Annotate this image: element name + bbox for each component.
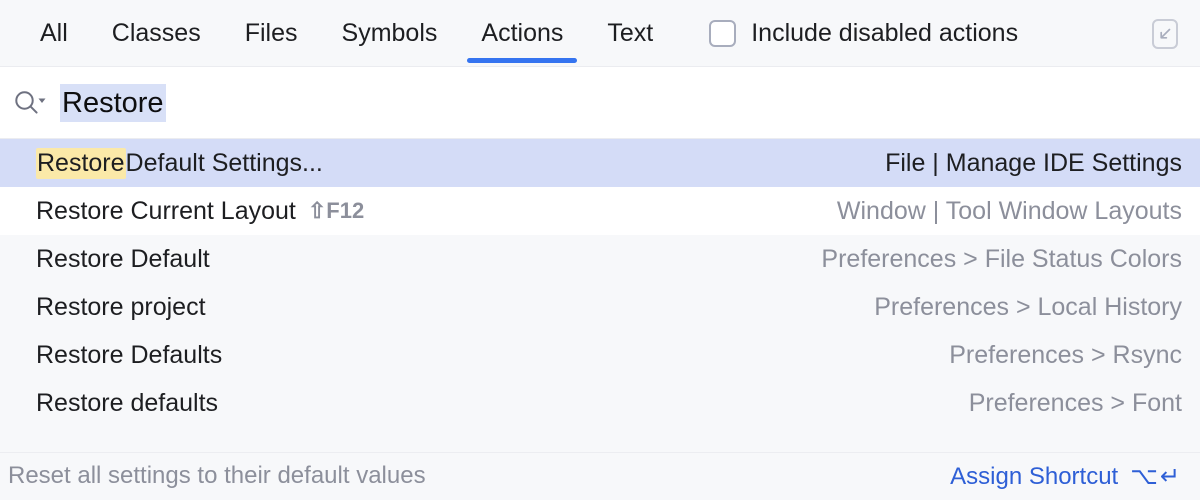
tab-label: Actions xyxy=(481,19,564,47)
result-row-restore-default-settings[interactable]: Restore Default Settings... File | Manag… xyxy=(0,139,1200,187)
tab-files[interactable]: Files xyxy=(223,0,320,67)
result-title: Restore Current Layout xyxy=(36,197,296,226)
status-bar: Reset all settings to their default valu… xyxy=(0,452,1200,500)
result-match-highlight: Restore xyxy=(36,147,126,179)
result-location: Window | Tool Window Layouts xyxy=(836,196,1182,225)
tab-label: Text xyxy=(607,19,654,47)
arrow-down-left-icon[interactable] xyxy=(1152,18,1178,49)
tab-actions[interactable]: Actions xyxy=(459,0,585,67)
result-title: Restore project xyxy=(36,293,206,322)
result-title: Restore Default xyxy=(36,245,210,274)
tab-label: Classes xyxy=(111,19,201,47)
result-title-rest: Restore Defaults xyxy=(36,340,223,369)
include-disabled-actions-option[interactable]: Include disabled actions xyxy=(709,19,1018,48)
result-location: Preferences > File Status Colors xyxy=(821,244,1182,273)
tab-active-indicator xyxy=(467,58,578,63)
result-row-restore-current-layout[interactable]: Restore Current Layout ⇧F12 Window | Too… xyxy=(0,187,1200,235)
result-location: File | Manage IDE Settings xyxy=(885,148,1182,177)
status-description: Reset all settings to their default valu… xyxy=(8,462,426,489)
result-row-restore-defaults-font[interactable]: Restore defaults Preferences > Font xyxy=(0,379,1200,427)
result-title-rest: Restore Default xyxy=(36,244,210,273)
search-everywhere-popup: All Classes Files Symbols Actions Text I… xyxy=(0,0,1200,500)
assign-shortcut-keys: ⌥↵ xyxy=(1130,462,1182,490)
include-disabled-actions-checkbox[interactable] xyxy=(709,20,737,47)
result-location: Preferences > Rsync xyxy=(949,340,1182,369)
tab-bar: All Classes Files Symbols Actions Text I… xyxy=(0,0,1200,67)
result-shortcut: ⇧F12 xyxy=(307,198,365,223)
include-disabled-actions-label: Include disabled actions xyxy=(751,19,1019,47)
assign-shortcut-label: Assign Shortcut xyxy=(950,462,1119,490)
result-title-rest: Restore Current Layout xyxy=(36,196,296,225)
tab-label: Files xyxy=(244,19,298,47)
results-list: Restore Default Settings... File | Manag… xyxy=(0,139,1200,452)
result-row-restore-defaults-rsync[interactable]: Restore Defaults Preferences > Rsync xyxy=(0,331,1200,379)
result-row-restore-project[interactable]: Restore project Preferences > Local Hist… xyxy=(0,283,1200,331)
tab-label: All xyxy=(40,19,68,47)
search-icon[interactable] xyxy=(10,86,50,120)
search-field-row[interactable]: Restore xyxy=(0,67,1200,139)
tab-classes[interactable]: Classes xyxy=(90,0,223,67)
tab-all[interactable]: All xyxy=(18,0,90,67)
tab-symbols[interactable]: Symbols xyxy=(320,0,460,67)
result-row-restore-default[interactable]: Restore Default Preferences > File Statu… xyxy=(0,235,1200,283)
result-location: Preferences > Local History xyxy=(874,292,1182,321)
result-title: Restore defaults xyxy=(36,389,218,418)
result-location: Preferences > Font xyxy=(968,388,1182,417)
result-title: Restore Default Settings... xyxy=(36,147,323,179)
result-title: Restore Defaults xyxy=(36,341,222,370)
result-title-rest: Default Settings... xyxy=(125,148,323,177)
result-title-rest: Restore defaults xyxy=(36,388,219,417)
result-title-rest: Restore project xyxy=(36,292,206,321)
assign-shortcut-button[interactable]: Assign Shortcut ⌥↵ xyxy=(950,462,1182,491)
tab-text[interactable]: Text xyxy=(585,0,675,67)
tab-label: Symbols xyxy=(341,19,438,47)
search-input[interactable]: Restore xyxy=(60,83,166,123)
